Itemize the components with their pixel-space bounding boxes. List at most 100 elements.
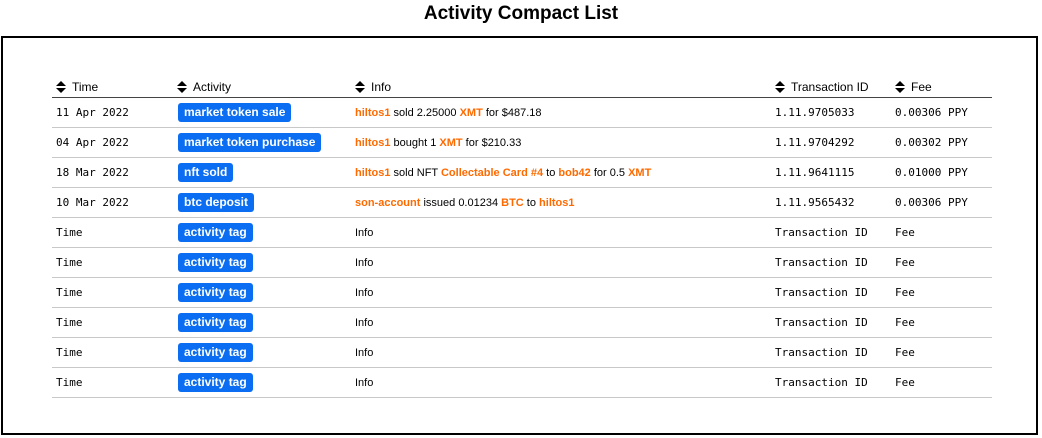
transaction-id-cell[interactable]: Transaction ID: [775, 308, 868, 337]
activity-tag[interactable]: market token purchase: [178, 133, 322, 152]
activity-tag[interactable]: activity tag: [178, 283, 253, 302]
info-segment: for $210.33: [462, 136, 522, 149]
info-segment: sold 2.25000: [390, 106, 460, 119]
activity-tag[interactable]: activity tag: [178, 343, 253, 362]
fee-cell: 0.00306 PPY: [895, 196, 968, 209]
activity-cell: activity tag: [177, 308, 253, 337]
info-segment: Info: [355, 256, 374, 269]
fee-cell: Fee: [895, 316, 915, 329]
column-header-transaction-id[interactable]: Transaction ID: [775, 77, 869, 97]
sort-icon[interactable]: [56, 81, 66, 93]
info-cell: Info: [355, 368, 373, 397]
activity-cell: activity tag: [177, 338, 253, 367]
info-link[interactable]: XMT: [460, 107, 483, 119]
info-segment: Info: [355, 316, 374, 329]
info-segment: for $487.18: [482, 106, 542, 119]
info-segment: Info: [355, 376, 374, 389]
info-link[interactable]: XMT: [628, 167, 651, 179]
info-link[interactable]: XMT: [439, 137, 462, 149]
info-segment: to: [543, 166, 559, 179]
transaction-id-cell[interactable]: Transaction ID: [775, 218, 868, 247]
table-body: 11 Apr 2022 market token sale hiltos1 sold…: [52, 98, 992, 398]
time-cell: Time: [56, 226, 83, 239]
info-link[interactable]: hiltos1: [355, 107, 390, 119]
transaction-id-cell[interactable]: Transaction ID: [775, 338, 868, 367]
table-row[interactable]: 04 Apr 2022 market token purchase hiltos1 …: [52, 128, 992, 158]
column-header-activity[interactable]: Activity: [177, 77, 231, 97]
table-row[interactable]: Time activity tag Info Transaction ID Fee: [52, 368, 992, 398]
time-cell: 18 Mar 2022: [56, 166, 129, 179]
activity-cell: nft sold: [177, 158, 234, 187]
table-row[interactable]: Time activity tag Info Transaction ID Fee: [52, 308, 992, 338]
info-link[interactable]: hiltos1: [355, 167, 390, 179]
info-cell: Info: [355, 248, 373, 277]
info-text: hiltos1 sold NFT Collectable Card #4 to …: [355, 167, 651, 179]
table-row[interactable]: 10 Mar 2022 btc deposit son-account issued…: [52, 188, 992, 218]
info-text: Info: [355, 287, 373, 299]
transaction-id-cell[interactable]: 1.11.9704292: [775, 128, 854, 157]
activity-tag[interactable]: activity tag: [178, 313, 253, 332]
table-header: Time Activity Info Transaction ID Fee: [52, 77, 992, 98]
column-header-info[interactable]: Info: [355, 77, 391, 97]
activity-cell: activity tag: [177, 368, 253, 397]
activity-tag[interactable]: activity tag: [178, 253, 253, 272]
column-header-time[interactable]: Time: [56, 77, 98, 97]
info-text: Info: [355, 347, 373, 359]
activity-tag[interactable]: market token sale: [178, 103, 292, 122]
fee-cell: Fee: [895, 226, 915, 239]
column-header-label: Transaction ID: [791, 80, 869, 94]
activity-tag[interactable]: btc deposit: [178, 193, 255, 212]
fee-cell: 0.00302 PPY: [895, 136, 968, 149]
info-cell: hiltos1 sold NFT Collectable Card #4 to …: [355, 158, 651, 187]
fee-cell: 0.00306 PPY: [895, 106, 968, 119]
table-row[interactable]: Time activity tag Info Transaction ID Fee: [52, 218, 992, 248]
time-cell: Time: [56, 346, 83, 359]
fee-cell: Fee: [895, 256, 915, 269]
transaction-id-cell[interactable]: 1.11.9565432: [775, 188, 854, 217]
table-row[interactable]: 18 Mar 2022 nft sold hiltos1 sold NFT Coll…: [52, 158, 992, 188]
info-link[interactable]: hiltos1: [539, 197, 574, 209]
info-segment: Info: [355, 226, 374, 239]
info-segment: for 0.5: [590, 166, 629, 179]
sort-icon[interactable]: [895, 81, 905, 93]
info-link[interactable]: bob42: [558, 167, 590, 179]
table-row[interactable]: Time activity tag Info Transaction ID Fee: [52, 338, 992, 368]
transaction-id-cell[interactable]: 1.11.9705033: [775, 98, 854, 127]
activity-tag[interactable]: nft sold: [178, 163, 234, 182]
info-cell: Info: [355, 218, 373, 247]
transaction-id-cell[interactable]: Transaction ID: [775, 368, 868, 397]
transaction-id-cell[interactable]: Transaction ID: [775, 278, 868, 307]
time-cell: Time: [56, 376, 83, 389]
transaction-id-cell[interactable]: 1.11.9641115: [775, 158, 854, 187]
table-row[interactable]: Time activity tag Info Transaction ID Fee: [52, 248, 992, 278]
info-segment: Info: [355, 346, 374, 359]
sort-icon[interactable]: [355, 81, 365, 93]
info-link[interactable]: son-account: [355, 197, 420, 209]
activity-cell: activity tag: [177, 278, 253, 307]
column-header-label: Time: [72, 80, 99, 94]
activity-tag[interactable]: activity tag: [178, 373, 253, 392]
info-text: Info: [355, 227, 373, 239]
time-cell: Time: [56, 256, 83, 269]
info-cell: Info: [355, 278, 373, 307]
info-link[interactable]: hiltos1: [355, 137, 390, 149]
info-text: son-account issued 0.01234 BTC to hiltos…: [355, 197, 575, 209]
info-text: Info: [355, 377, 373, 389]
activity-cell: activity tag: [177, 218, 253, 247]
activity-tag[interactable]: activity tag: [178, 223, 253, 242]
info-link[interactable]: BTC: [501, 197, 524, 209]
column-header-fee[interactable]: Fee: [895, 77, 932, 97]
fee-cell: Fee: [895, 346, 915, 359]
info-text: hiltos1 sold 2.25000 XMT for $487.18: [355, 107, 542, 119]
info-link[interactable]: Collectable Card #4: [441, 167, 543, 179]
activity-cell: market token purchase: [177, 128, 322, 157]
sort-icon[interactable]: [177, 81, 187, 93]
table-row[interactable]: Time activity tag Info Transaction ID Fee: [52, 278, 992, 308]
sort-icon[interactable]: [775, 81, 785, 93]
table-row[interactable]: 11 Apr 2022 market token sale hiltos1 sold…: [52, 98, 992, 128]
info-cell: Info: [355, 308, 373, 337]
transaction-id-cell[interactable]: Transaction ID: [775, 248, 868, 277]
column-header-label: Fee: [911, 80, 932, 94]
info-cell: son-account issued 0.01234 BTC to hiltos…: [355, 188, 575, 217]
activity-table: Time Activity Info Transaction ID Fee 11…: [52, 77, 992, 398]
